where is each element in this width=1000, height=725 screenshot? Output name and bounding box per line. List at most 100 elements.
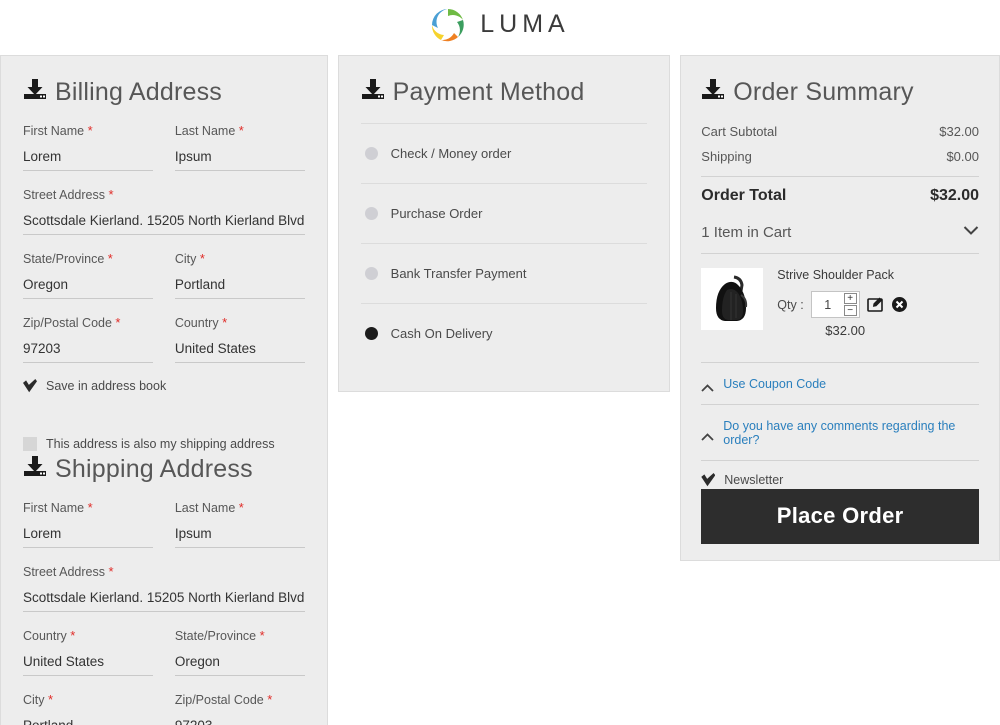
cart-items-toggle[interactable]: 1 Item in Cart	[701, 215, 979, 254]
shipping-cost-label: Shipping	[701, 149, 752, 164]
shipping-street-label: Street Address *	[23, 564, 114, 579]
billing-address-title: Billing Address	[23, 78, 305, 107]
required-mark: *	[70, 628, 76, 643]
shipping-country-state-row: Country * State/Province *	[23, 628, 305, 676]
payment-option-purchase-order[interactable]: Purchase Order	[361, 184, 648, 243]
billing-first-name-input[interactable]	[23, 147, 153, 171]
newsletter-checkbox[interactable]	[701, 473, 715, 487]
billing-name-row: First Name * Last Name *	[23, 123, 305, 171]
required-mark: *	[108, 187, 114, 202]
shipping-last-name-input[interactable]	[174, 524, 305, 548]
billing-country-field: Country *	[174, 315, 305, 363]
save-address-book-row[interactable]: Save in address book	[23, 379, 305, 393]
shipping-city-zip-row: City * Zip/Postal Code *	[23, 692, 305, 725]
shipping-city-field: City *	[23, 692, 153, 725]
order-summary-panel: Order Summary Cart Subtotal $32.00 Shipp…	[680, 55, 1000, 561]
chevron-down-icon[interactable]	[963, 223, 979, 241]
cart-item-count: 1 Item in Cart	[701, 223, 792, 241]
shipping-cost-value: $0.00	[946, 149, 979, 164]
payment-option-label: Bank Transfer Payment	[390, 266, 527, 281]
shipping-state-input[interactable]	[174, 652, 305, 676]
shipping-first-name-input[interactable]	[23, 524, 153, 548]
order-summary-title: Order Summary	[701, 78, 979, 107]
order-total-label: Order Total	[701, 187, 787, 204]
payment-method-title: Payment Method	[361, 78, 648, 107]
shipping-country-field: Country *	[23, 628, 153, 676]
cart-subtotal-label: Cart Subtotal	[701, 124, 778, 139]
remove-circle-icon[interactable]	[891, 296, 908, 313]
quantity-decrement-button[interactable]: −	[843, 305, 857, 316]
billing-street-field: Street Address *	[23, 187, 305, 235]
required-mark: *	[222, 315, 228, 330]
brand-logo[interactable]: LUMA	[430, 7, 569, 43]
luma-ring-icon	[430, 7, 466, 43]
radio-icon-selected[interactable]	[364, 327, 378, 340]
billing-state-label: State/Province *	[23, 251, 113, 266]
order-comments-row[interactable]: Do you have any comments regarding the o…	[701, 405, 979, 461]
order-comments-link[interactable]: Do you have any comments regarding the o…	[723, 419, 979, 447]
shipping-city-input[interactable]	[23, 716, 153, 725]
billing-state-input[interactable]	[23, 275, 153, 299]
payment-option-check-money-order[interactable]: Check / Money order	[361, 124, 648, 183]
shipping-address-title: Shipping Address	[23, 455, 305, 484]
quantity-label: Qty :	[777, 297, 804, 312]
radio-icon[interactable]	[364, 147, 378, 160]
quantity-spinners: + −	[843, 292, 859, 317]
same-as-shipping-label: This address is also my shipping address	[46, 437, 275, 451]
shipping-state-field: State/Province *	[174, 628, 305, 676]
billing-panel: Billing Address First Name * Last Name *	[0, 55, 328, 725]
payment-option-cash-on-delivery[interactable]: Cash On Delivery	[361, 304, 648, 363]
same-as-shipping-row[interactable]: This address is also my shipping address	[23, 437, 305, 451]
checkout-page: LUMA Billing Address First Name * Lorem …	[0, 0, 1000, 725]
billing-street-label: Street Address *	[23, 187, 114, 202]
billing-state-city-row: State/Province * City *	[23, 251, 305, 299]
checkout-columns: Billing Address First Name * Last Name *	[0, 55, 1000, 725]
shipping-country-label: Country *	[23, 628, 76, 643]
use-coupon-code-row[interactable]: Use Coupon Code	[701, 362, 979, 405]
required-mark: *	[199, 251, 205, 266]
billing-last-name-label: Last Name *	[174, 123, 244, 138]
cart-subtotal-row: Cart Subtotal $32.00	[701, 119, 979, 144]
save-address-book-checkbox[interactable]	[23, 379, 37, 393]
billing-city-field: City *	[174, 251, 305, 299]
radio-icon[interactable]	[364, 207, 378, 220]
shipping-zip-input[interactable]	[174, 716, 305, 725]
shipping-street-input[interactable]	[23, 588, 305, 612]
billing-zip-input[interactable]	[23, 339, 153, 363]
payment-panel: Payment Method Check / Money order Purch…	[337, 55, 671, 392]
shipping-last-name-field: Last Name *	[174, 500, 305, 548]
shipping-city-label: City *	[23, 692, 54, 707]
payment-option-bank-transfer[interactable]: Bank Transfer Payment	[361, 244, 648, 303]
edit-pencil-icon[interactable]	[866, 296, 884, 313]
chevron-up-icon[interactable]	[701, 380, 714, 392]
billing-zip-label: Zip/Postal Code *	[23, 315, 121, 330]
newsletter-row[interactable]: Newsletter	[701, 461, 979, 489]
shipping-zip-field: Zip/Postal Code *	[174, 692, 305, 725]
shipping-country-input[interactable]	[23, 652, 153, 676]
use-coupon-code-link[interactable]: Use Coupon Code	[723, 377, 826, 391]
quantity-stepper[interactable]: + −	[810, 291, 860, 318]
shipping-name-row: First Name * Last Name *	[23, 500, 305, 548]
place-order-button[interactable]: Place Order	[701, 489, 979, 544]
required-mark: *	[48, 692, 54, 707]
same-as-shipping-checkbox[interactable]	[23, 437, 37, 451]
required-mark: *	[238, 500, 244, 515]
brand-name: LUMA	[480, 10, 570, 38]
shipping-title-text: Shipping Address	[55, 455, 253, 483]
quantity-input[interactable]	[811, 292, 844, 317]
payment-title-text: Payment Method	[392, 78, 585, 106]
radio-icon[interactable]	[364, 267, 378, 280]
required-mark: *	[87, 123, 93, 138]
billing-last-name-input[interactable]	[174, 147, 305, 171]
quantity-increment-button[interactable]: +	[843, 293, 857, 304]
billing-city-label: City *	[174, 251, 205, 266]
billing-country-input[interactable]	[174, 339, 305, 363]
required-mark: *	[238, 123, 244, 138]
shipping-street-field: Street Address *	[23, 564, 305, 612]
page-header: LUMA	[0, 0, 1000, 55]
required-mark: *	[259, 628, 265, 643]
billing-city-input[interactable]	[174, 275, 305, 299]
chevron-up-icon[interactable]	[701, 429, 714, 441]
billing-street-input[interactable]	[23, 211, 305, 235]
save-address-book-label: Save in address book	[46, 379, 167, 393]
